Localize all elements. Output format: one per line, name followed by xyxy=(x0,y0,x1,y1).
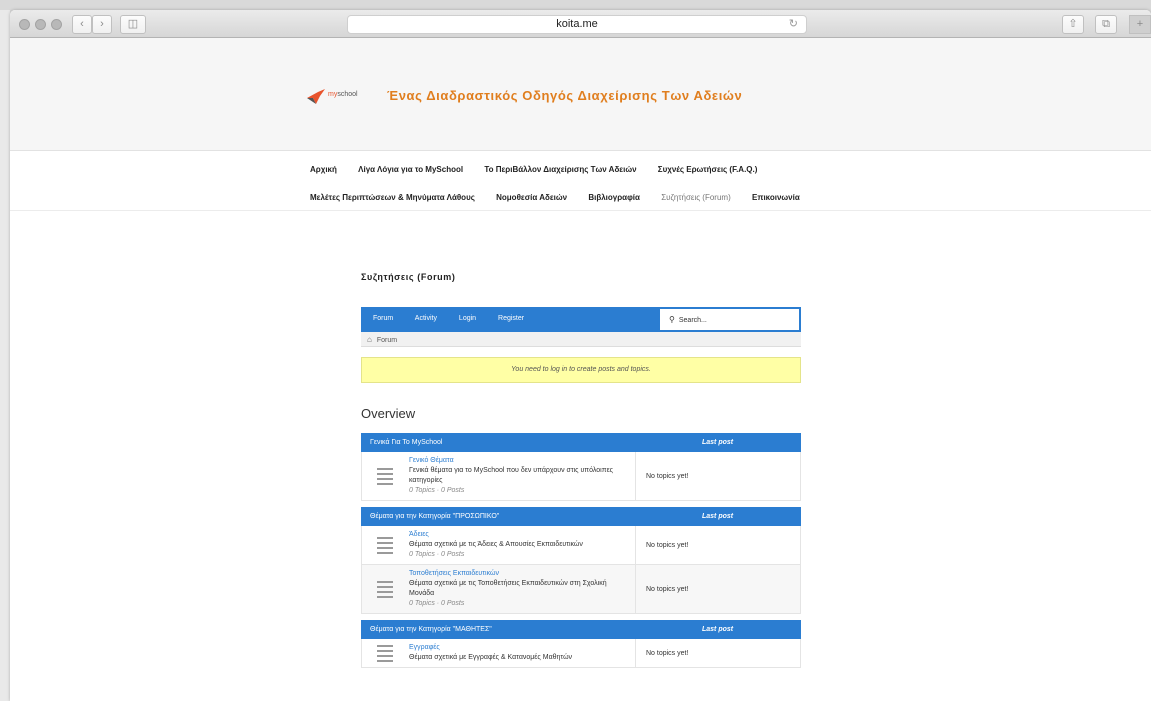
breadcrumb-forum[interactable]: Forum xyxy=(377,337,397,344)
forum-row-text: Άδειες Θέματα σχετικά με τις Άδειες & Απ… xyxy=(409,530,624,560)
category-header: Γενικά Για Το MySchool Last post xyxy=(361,433,801,452)
nav-item-bibliography[interactable]: Βιβλιογραφία xyxy=(588,193,640,202)
login-notice: You need to log in to create posts and t… xyxy=(361,357,801,383)
forum-row-main: Γενικό Θέματα Γενικά θέματα για το MySch… xyxy=(362,452,636,500)
close-window-button[interactable] xyxy=(19,19,30,30)
forum-list-icon xyxy=(370,579,400,599)
forum-description: Γενικά θέματα για το MySchool που δεν υπ… xyxy=(409,467,614,484)
site-header: myschool Ένας Διαδραστικός Οδηγός Διαχεί… xyxy=(10,38,1151,151)
nav-row-2: Μελέτες Περιπτώσεων & Μηνύματα Λάθους Νο… xyxy=(310,193,819,202)
forum-list-icon xyxy=(370,535,400,555)
last-post-header: Last post xyxy=(702,513,734,520)
forum-title-link[interactable]: Άδειες xyxy=(409,530,624,540)
forum-stats: 0 Topics · 0 Posts xyxy=(409,487,465,494)
minimize-window-button[interactable] xyxy=(35,19,46,30)
nav-row-1: Αρχική Λίγα Λόγια για το MySchool Το Περ… xyxy=(310,165,776,174)
browser-window: ‹ › ◫ koita.me ↻ ⇧ ⧉ + myschool Ένας Δια… xyxy=(10,10,1151,701)
nav-item-legislation[interactable]: Νομοθεσία Αδειών xyxy=(496,193,567,202)
forum-last-post: No topics yet! xyxy=(646,585,689,593)
sidebar-toggle-button[interactable]: ◫ xyxy=(120,15,146,34)
forum-description: Θέματα σχετικά με τις Τοποθετήσεις Εκπαι… xyxy=(409,580,607,597)
forum-last-post: No topics yet! xyxy=(646,649,689,657)
forward-button[interactable]: › xyxy=(92,15,112,34)
breadcrumb: ⌂ Forum xyxy=(361,332,801,347)
forum-description: Θέματα σχετικά με Εγγραφές & Κατανομές Μ… xyxy=(409,654,573,661)
logo-arrow-icon xyxy=(307,89,325,104)
forum-title-link[interactable]: Γενικό Θέματα xyxy=(409,456,614,466)
last-post-header: Last post xyxy=(702,439,734,446)
forum-menu-activity[interactable]: Activity xyxy=(415,315,437,322)
forum-menu-bar: Forum Activity Login Register ⚲ Search... xyxy=(361,307,801,332)
category-title[interactable]: Γενικά Για Το MySchool xyxy=(370,439,443,446)
category-title[interactable]: Θέματα για την Κατηγορία "ΠΡΟΣΩΠΙΚΟ" xyxy=(370,513,499,520)
forum-list-icon xyxy=(370,643,400,663)
forum-menu: Forum Activity Login Register xyxy=(373,315,544,322)
forum-row: Τοποθετήσεις Εκπαιδευτικών Θέματα σχετικ… xyxy=(361,565,801,614)
category-header: Θέματα για την Κατηγορία "ΜΑΘΗΤΕΣ" Last … xyxy=(361,620,801,639)
forum-menu-forum[interactable]: Forum xyxy=(373,315,393,322)
site-title[interactable]: Ένας Διαδραστικός Οδηγός Διαχείρισης Των… xyxy=(387,88,742,103)
forum-row: Εγγραφές Θέματα σχετικά με Εγγραφές & Κα… xyxy=(361,639,801,668)
nav-item-forum[interactable]: Συζητήσεις (Forum) xyxy=(661,193,731,202)
reload-icon[interactable]: ↻ xyxy=(789,16,798,33)
nav-item-faq[interactable]: Συχνές Ερωτήσεις (F.A.Q.) xyxy=(658,165,758,174)
tabs-icon[interactable]: ⧉ xyxy=(1095,15,1117,34)
forum-row-text: Τοποθετήσεις Εκπαιδευτικών Θέματα σχετικ… xyxy=(409,569,619,609)
category-personnel: Θέματα για την Κατηγορία "ΠΡΟΣΩΠΙΚΟ" Las… xyxy=(361,507,801,614)
forum-menu-login[interactable]: Login xyxy=(459,315,476,322)
nav-item-about-myschool[interactable]: Λίγα Λόγια για το MySchool xyxy=(358,165,463,174)
logo-text: myschool xyxy=(328,91,358,98)
zoom-window-button[interactable] xyxy=(51,19,62,30)
nav-item-contact[interactable]: Επικοινωνία xyxy=(752,193,800,202)
forum-row-main: Εγγραφές Θέματα σχετικά με Εγγραφές & Κα… xyxy=(362,639,636,667)
forum-content: Συζητήσεις (Forum) Forum Activity Login … xyxy=(361,272,801,668)
share-icon[interactable]: ⇧ xyxy=(1062,15,1084,34)
address-bar[interactable]: koita.me ↻ xyxy=(347,15,807,34)
forum-stats: 0 Topics · 0 Posts xyxy=(409,600,465,607)
forum-row-main: Άδειες Θέματα σχετικά με τις Άδειες & Απ… xyxy=(362,526,636,564)
overview-heading: Overview xyxy=(361,406,416,421)
forum-row-text: Εγγραφές Θέματα σχετικά με Εγγραφές & Κα… xyxy=(409,643,624,663)
nav-item-home[interactable]: Αρχική xyxy=(310,165,337,174)
forum-row-text: Γενικό Θέματα Γενικά θέματα για το MySch… xyxy=(409,456,614,496)
forum-title-link[interactable]: Τοποθετήσεις Εκπαιδευτικών xyxy=(409,569,619,579)
forum-row: Γενικό Θέματα Γενικά θέματα για το MySch… xyxy=(361,452,801,501)
nav-item-case-studies[interactable]: Μελέτες Περιπτώσεων & Μηνύματα Λάθους xyxy=(310,193,475,202)
forum-description: Θέματα σχετικά με τις Άδειες & Απουσίες … xyxy=(409,541,583,548)
last-post-header: Last post xyxy=(702,626,734,633)
back-button[interactable]: ‹ xyxy=(72,15,92,34)
category-header: Θέματα για την Κατηγορία "ΠΡΟΣΩΠΙΚΟ" Las… xyxy=(361,507,801,526)
url-text: koita.me xyxy=(556,18,598,30)
myschool-logo[interactable]: myschool xyxy=(307,86,375,108)
category-general: Γενικά Για Το MySchool Last post Γενικό … xyxy=(361,433,801,501)
window-shadow-edge xyxy=(0,10,10,701)
forum-last-post: No topics yet! xyxy=(646,472,689,480)
forum-title-link[interactable]: Εγγραφές xyxy=(409,643,624,653)
browser-toolbar: ‹ › ◫ koita.me ↻ ⇧ ⧉ + xyxy=(10,10,1151,38)
forum-stats: 0 Topics · 0 Posts xyxy=(409,551,465,558)
search-placeholder: Search... xyxy=(678,317,707,324)
forum-last-post: No topics yet! xyxy=(646,541,689,549)
forum-row: Άδειες Θέματα σχετικά με τις Άδειες & Απ… xyxy=(361,526,801,565)
nav-item-leave-environment[interactable]: Το ΠεριΒάλλον Διαχείρισης Των Αδειών xyxy=(484,165,636,174)
forum-list-icon xyxy=(370,466,400,486)
new-tab-button[interactable]: + xyxy=(1129,15,1151,34)
forum-row-main: Τοποθετήσεις Εκπαιδευτικών Θέματα σχετικ… xyxy=(362,565,636,613)
search-icon: ⚲ xyxy=(669,315,675,324)
main-navigation: Αρχική Λίγα Λόγια για το MySchool Το Περ… xyxy=(10,151,1151,211)
category-students: Θέματα για την Κατηγορία "ΜΑΘΗΤΕΣ" Last … xyxy=(361,620,801,668)
forum-search-input[interactable]: ⚲ Search... xyxy=(659,308,800,331)
home-icon[interactable]: ⌂ xyxy=(367,335,372,344)
page-title: Συζητήσεις (Forum) xyxy=(361,272,456,282)
category-title[interactable]: Θέματα για την Κατηγορία "ΜΑΘΗΤΕΣ" xyxy=(370,626,492,633)
forum-menu-register[interactable]: Register xyxy=(498,315,524,322)
